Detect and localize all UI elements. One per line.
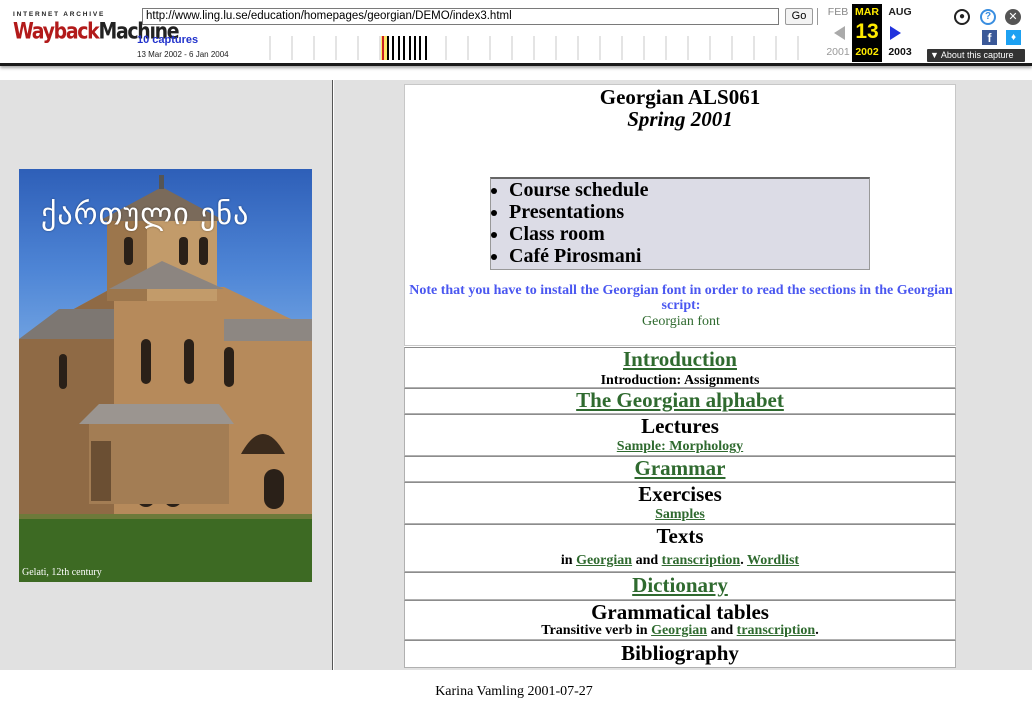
tables-and: and (710, 623, 734, 638)
section-alphabet: The Georgian alphabet (404, 388, 956, 414)
grammatical-tables-title: Grammatical tables (591, 600, 769, 624)
image-title: ქართული ენა (41, 197, 250, 232)
sample-morphology-link[interactable]: Sample: Morphology (617, 439, 743, 454)
user-icon[interactable]: ● (954, 9, 970, 25)
captures-link[interactable]: 10 captures (137, 34, 198, 46)
wayback-logo-top: INTERNET ARCHIVE (13, 11, 106, 18)
samples-link[interactable]: Samples (655, 507, 705, 522)
month-prev[interactable]: FEB 2001 (822, 4, 854, 58)
facebook-icon[interactable]: f (982, 30, 997, 45)
exercises-title: Exercises (638, 482, 722, 506)
section-grammatical-tables: Grammatical tables Transitive verb in Ge… (404, 600, 956, 640)
font-install-note: Note that you have to install the Georgi… (409, 283, 953, 313)
month-next-name: AUG (888, 6, 912, 18)
month-current-name: MAR (855, 6, 879, 18)
next-arrow-icon[interactable] (890, 26, 901, 40)
captures-sparkline[interactable] (262, 36, 812, 60)
wayback-toolbar: INTERNET ARCHIVE WaybackMachine http://w… (0, 0, 1032, 66)
month-next[interactable]: AUG 2003 (884, 4, 916, 58)
capture-calendar: FEB 2001 MAR 13 2002 AUG 2003 (822, 4, 928, 64)
archived-page: ქართული ენა Gelati, 12th century Georgia… (0, 70, 1032, 706)
about-capture-button[interactable]: ▼ About this capture (927, 49, 1025, 62)
page-footer: Karina Vamling 2001-07-27 (435, 684, 593, 699)
church-photo: ქართული ენა Gelati, 12th century (19, 169, 312, 582)
texts-title: Texts (656, 524, 704, 548)
lectures-title: Lectures (641, 414, 719, 438)
section-bibliography: Bibliography (404, 640, 956, 668)
course-menu: Course schedule Presentations Class room… (490, 177, 870, 270)
wayback-logo[interactable]: INTERNET ARCHIVE WaybackMachine (13, 11, 180, 44)
section-grammar: Grammar (404, 456, 956, 482)
menu-item-cafe-pirosmani[interactable]: Café Pirosmani (509, 245, 869, 267)
texts-dot: . (740, 553, 744, 568)
captures-range: 13 Mar 2002 - 6 Jan 2004 (137, 50, 229, 59)
section-introduction: Introduction Introduction: Assignments (404, 347, 956, 388)
wordlist-link[interactable]: Wordlist (747, 553, 799, 568)
about-capture-label: About this capture (940, 50, 1014, 60)
prev-arrow-icon[interactable] (834, 26, 845, 40)
texts-in: in (560, 553, 573, 568)
year-prev[interactable]: 2001 (822, 46, 854, 58)
texts-links: in Georgian and transcription. Wordlist (405, 551, 955, 571)
tables-dot: . (815, 623, 819, 638)
grammatical-tables-links: Transitive verb in Georgian and transcri… (405, 623, 955, 639)
wayback-logo-way: Wayback (13, 18, 100, 44)
help-icon[interactable]: ? (980, 9, 996, 25)
texts-and: and (635, 553, 659, 568)
texts-georgian-link[interactable]: Georgian (576, 553, 632, 568)
introduction-link[interactable]: Introduction (623, 347, 737, 371)
grammar-link[interactable]: Grammar (635, 456, 726, 480)
wayback-go-button[interactable]: Go (785, 8, 813, 25)
close-icon[interactable]: ✕ (1005, 9, 1021, 25)
transitive-verb-prefix: Transitive verb in (541, 623, 648, 638)
month-current-day: 13 (855, 20, 879, 43)
left-frame: ქართული ენა Gelati, 12th century (0, 80, 333, 670)
year-next[interactable]: 2003 (884, 46, 916, 58)
image-caption: Gelati, 12th century (22, 567, 102, 578)
month-current: MAR 13 2002 (852, 4, 882, 62)
menu-item-presentations[interactable]: Presentations (509, 201, 869, 223)
wayback-divider (817, 8, 818, 25)
year-current: 2002 (855, 46, 879, 58)
georgian-font-link[interactable]: Georgian font (405, 314, 957, 330)
course-title: Georgian ALS061 (599, 85, 761, 109)
tables-georgian-link[interactable]: Georgian (651, 623, 707, 638)
month-prev-name: FEB (827, 6, 849, 18)
section-exercises: Exercises Samples (404, 482, 956, 524)
section-lectures: Lectures Sample: Morphology (404, 414, 956, 456)
section-texts: Texts in Georgian and transcription. Wor… (404, 524, 956, 572)
menu-item-class-room[interactable]: Class room (509, 223, 869, 245)
georgian-alphabet-link[interactable]: The Georgian alphabet (576, 388, 784, 412)
twitter-icon[interactable]: ♦ (1006, 30, 1021, 45)
introduction-assignments: Introduction: Assignments (600, 373, 760, 388)
wayback-url-input[interactable]: http://www.ling.lu.se/education/homepage… (142, 8, 779, 25)
texts-transcription-link[interactable]: transcription (662, 553, 741, 568)
tables-transcription-link[interactable]: transcription (737, 623, 816, 638)
dictionary-link[interactable]: Dictionary (632, 573, 728, 597)
menu-item-course-schedule[interactable]: Course schedule (509, 179, 869, 201)
bibliography-title[interactable]: Bibliography (405, 641, 955, 665)
course-term: Spring 2001 (627, 107, 733, 131)
course-table: Georgian ALS061 Spring 2001 Course sched… (404, 84, 956, 668)
header-cell: Georgian ALS061 Spring 2001 Course sched… (404, 84, 956, 346)
section-dictionary: Dictionary (404, 572, 956, 600)
wayback-logo-text: WaybackMachine (13, 18, 180, 44)
